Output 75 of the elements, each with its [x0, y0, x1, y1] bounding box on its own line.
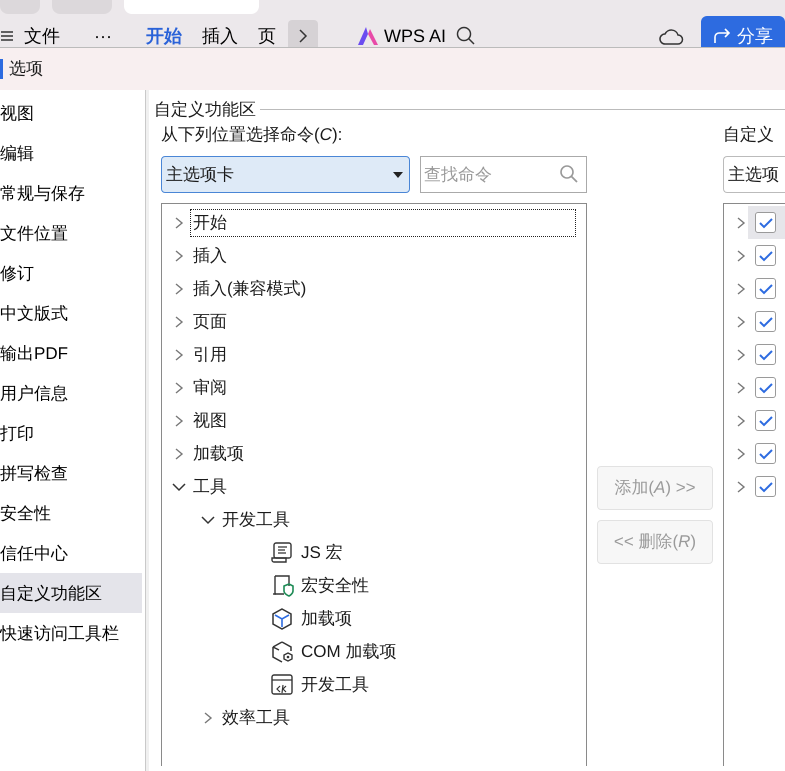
- sidebar-item[interactable]: 修订: [0, 253, 142, 293]
- share-icon: [713, 28, 731, 44]
- check-icon: [758, 480, 772, 492]
- dropdown-icon: [393, 172, 403, 178]
- tree-item[interactable]: 审阅: [190, 374, 230, 402]
- tree-item[interactable]: 视图: [190, 406, 230, 434]
- sidebar-item[interactable]: 视图: [0, 93, 142, 133]
- ribbon-tab[interactable]: 页: [248, 24, 286, 47]
- more-button[interactable]: ···: [84, 24, 122, 47]
- check-icon: [758, 448, 772, 460]
- checkbox[interactable]: [755, 410, 776, 431]
- check-icon: [758, 250, 772, 262]
- accent-bar: [0, 59, 3, 79]
- dialog-title: 选项: [9, 58, 43, 80]
- search-icon: [559, 164, 579, 184]
- code-window-icon: [270, 672, 294, 696]
- checkbox[interactable]: [755, 245, 776, 266]
- checkbox[interactable]: [755, 476, 776, 497]
- tree-item[interactable]: 引用: [190, 340, 230, 368]
- chevron-right-icon: [298, 29, 308, 43]
- sidebar-item[interactable]: 编辑: [0, 133, 142, 173]
- scroll-right-button[interactable]: [288, 20, 318, 47]
- checkbox[interactable]: [755, 278, 776, 299]
- check-icon: [758, 316, 772, 328]
- tree-item[interactable]: COM 加载项: [298, 638, 400, 666]
- tree-item[interactable]: JS 宏: [298, 538, 346, 566]
- ribbon-dropdown[interactable]: 主选项: [723, 156, 785, 193]
- search-field[interactable]: 查找命令: [420, 156, 587, 193]
- sidebar-item[interactable]: 常规与保存: [0, 173, 142, 213]
- sidebar-item[interactable]: 自定义功能区: [0, 573, 142, 613]
- gear-cube-icon: [270, 640, 294, 664]
- tree-item[interactable]: 加载项: [190, 440, 247, 468]
- check-icon: [758, 414, 772, 426]
- tree-item[interactable]: 开发工具: [298, 670, 372, 698]
- checkbox[interactable]: [755, 443, 776, 464]
- check-icon: [758, 382, 772, 394]
- tree-item[interactable]: 开始: [190, 208, 576, 236]
- menu-icon: [0, 30, 14, 42]
- search-icon: [456, 26, 476, 46]
- tree-item[interactable]: 插入: [190, 242, 230, 270]
- sidebar-item[interactable]: 中文版式: [0, 293, 142, 333]
- sidebar-item[interactable]: 信任中心: [0, 533, 142, 573]
- ribbon-tab[interactable]: 开始: [136, 24, 192, 47]
- source-dropdown[interactable]: 主选项卡: [161, 156, 410, 193]
- group-title: 自定义功能区: [154, 98, 256, 121]
- checkbox[interactable]: [755, 377, 776, 398]
- check-icon: [758, 348, 772, 360]
- tree-item[interactable]: 效率工具: [219, 704, 293, 732]
- ribbon-label: 自定义: [723, 124, 775, 146]
- tree-item[interactable]: 加载项: [298, 604, 355, 632]
- check-icon: [758, 216, 772, 228]
- tree-item[interactable]: 宏安全性: [298, 572, 372, 600]
- tree-item[interactable]: 页面: [190, 308, 230, 336]
- ribbon-tab[interactable]: 插入: [192, 24, 248, 47]
- sidebar-item[interactable]: 文件位置: [0, 213, 142, 253]
- file-menu[interactable]: 文件: [14, 24, 70, 47]
- tree-item[interactable]: 工具: [190, 472, 230, 500]
- sidebar-item[interactable]: 用户信息: [0, 373, 142, 413]
- cube-icon: [270, 606, 294, 630]
- sidebar-item[interactable]: 打印: [0, 413, 142, 453]
- tree-item[interactable]: 插入(兼容模式): [190, 274, 310, 302]
- script-icon: [270, 540, 294, 564]
- share-button[interactable]: 分享: [701, 16, 785, 47]
- commands-label: 从下列位置选择命令(C):: [161, 124, 344, 146]
- shield-scroll-icon: [270, 574, 294, 598]
- sidebar-item[interactable]: 安全性: [0, 493, 142, 533]
- checkbox[interactable]: [755, 212, 776, 233]
- check-icon: [758, 282, 772, 294]
- sidebar-item[interactable]: 输出PDF: [0, 333, 142, 373]
- wps-ai-button[interactable]: WPS AI: [348, 24, 456, 47]
- checkbox[interactable]: [755, 311, 776, 332]
- sidebar-item[interactable]: 拼写检查: [0, 453, 142, 493]
- checkbox[interactable]: [755, 344, 776, 365]
- ai-logo-icon: [358, 27, 378, 45]
- tree-item[interactable]: 开发工具: [219, 506, 293, 534]
